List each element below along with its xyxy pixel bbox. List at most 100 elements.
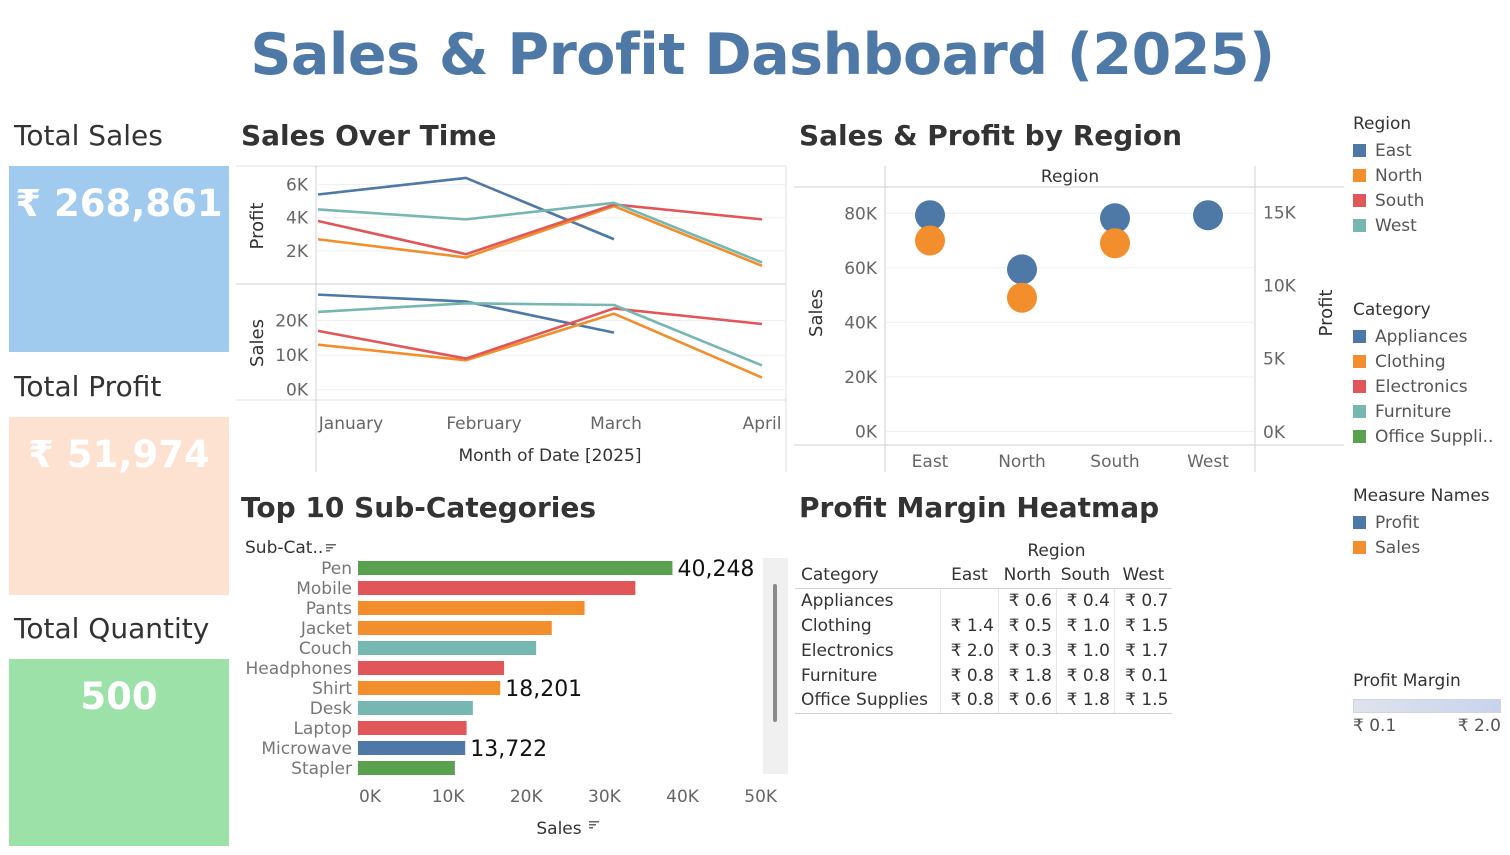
bar-laptop — [358, 721, 467, 735]
legend-swatch — [1353, 380, 1366, 393]
heatmap-cell[interactable]: ₹ 2.0 — [939, 638, 999, 663]
sort-icon-bar — [326, 547, 333, 549]
legend-label: West — [1375, 215, 1417, 236]
bar-category-label: Microwave — [261, 739, 352, 759]
line-ytick-label: 2K — [286, 242, 309, 262]
bar-xtick-label: 30K — [588, 787, 622, 807]
legend-item[interactable]: West — [1353, 213, 1424, 238]
region-legend-items: East North South West — [1353, 138, 1424, 238]
sales-over-time-chart[interactable]: 2K 4K 6K Profit 0K 10K 20K Sales January February… — [236, 160, 792, 478]
scatter-point-sales — [1007, 282, 1037, 313]
heatmap-row: Furniture ₹ 0.8 ₹ 1.8 ₹ 0.8 ₹ 0.1 — [795, 663, 1173, 688]
heatmap-cell[interactable]: ₹ 1.4 — [939, 613, 999, 638]
heatmap-cell[interactable] — [939, 588, 999, 613]
bar-category-label: Laptop — [293, 719, 352, 739]
heatmap-cell[interactable]: ₹ 1.5 — [1113, 688, 1173, 714]
heatmap-cell[interactable]: ₹ 1.5 — [1113, 613, 1173, 638]
heatmap-header-row: Category East North South West — [795, 563, 1173, 589]
total-sales-card[interactable]: ₹ 268,861 — [9, 166, 229, 352]
sales-profit-region-chart[interactable]: Region 0K 20K 40K 60K 80K 0K 5K 10K 15K Sales Profi… — [794, 160, 1344, 478]
measure-legend: Measure Names Profit Sales — [1353, 486, 1490, 560]
legend-item[interactable]: Clothing — [1353, 349, 1493, 374]
bar-xtick-label: 0K — [359, 787, 382, 807]
scatter-y2tick-label: 5K — [1263, 350, 1286, 370]
heatmap-cell[interactable]: ₹ 0.5 — [997, 613, 1057, 638]
legend-label: Clothing — [1375, 351, 1446, 372]
heatmap-column-header: West — [1114, 563, 1173, 589]
bar-pants — [358, 601, 585, 615]
heatmap-cell[interactable]: ₹ 0.4 — [1055, 588, 1115, 613]
sales-over-time-title: Sales Over Time — [241, 119, 497, 152]
bar-data-label: 40,248 — [677, 557, 754, 582]
line-xtick-label: March — [590, 414, 642, 434]
legend-swatch — [1353, 219, 1366, 232]
scatter-point-profit — [1007, 254, 1037, 285]
total-sales-value: ₹ 268,861 — [15, 182, 223, 225]
scatter-y2tick-label: 15K — [1263, 203, 1297, 223]
sort-icon-bar — [326, 550, 330, 552]
heatmap-cell[interactable]: ₹ 0.8 — [939, 663, 999, 688]
bar-xtick-label: 10K — [432, 787, 466, 807]
profit-margin-max-label: ₹ 2.0 — [1457, 716, 1501, 736]
legend-label: Office Suppli.. — [1375, 426, 1494, 447]
heatmap-cell[interactable]: ₹ 0.8 — [1055, 663, 1115, 688]
legend-label: Appliances — [1375, 326, 1468, 347]
legend-swatch — [1353, 430, 1366, 443]
bar-category-label: Shirt — [312, 679, 352, 699]
bar-category-label: Pants — [306, 599, 352, 619]
category-legend: Category Appliances Clothing Electronics Fu… — [1353, 300, 1493, 449]
profit-margin-legend-title: Profit Margin — [1353, 671, 1461, 691]
legend-item[interactable]: Office Suppli.. — [1353, 424, 1493, 449]
legend-swatch — [1353, 194, 1366, 207]
legend-item[interactable]: Furniture — [1353, 399, 1493, 424]
heatmap-cell[interactable]: ₹ 1.7 — [1113, 638, 1173, 663]
legend-item[interactable]: Appliances — [1353, 324, 1493, 349]
line-ytick-label: 6K — [286, 176, 309, 196]
heatmap-cell[interactable]: ₹ 0.6 — [997, 688, 1057, 714]
total-quantity-card[interactable]: 500 — [9, 659, 229, 846]
heatmap-cell[interactable]: ₹ 0.3 — [997, 638, 1057, 663]
heatmap-cell[interactable]: ₹ 0.8 — [939, 688, 999, 714]
heatmap-cell[interactable]: ₹ 1.0 — [1055, 613, 1115, 638]
legend-label: South — [1375, 190, 1425, 211]
legend-label: Sales — [1375, 537, 1421, 558]
legend-item[interactable]: North — [1353, 163, 1424, 188]
legend-item[interactable]: Profit — [1353, 510, 1490, 535]
legend-label: East — [1375, 140, 1412, 161]
scatter-ytick-label: 80K — [844, 204, 878, 224]
heatmap-row-header: Category — [795, 563, 941, 589]
heatmap-row-label: Appliances — [801, 590, 894, 611]
bar-microwave — [358, 741, 466, 755]
scatter-ytick-label: 0K — [855, 422, 878, 442]
bar-category-label: Jacket — [300, 619, 352, 639]
top-subcategories-chart[interactable]: Sub-Cat..PenMobilePantsJacketCouchHeadph… — [236, 530, 792, 850]
heatmap-cell[interactable]: ₹ 1.8 — [1055, 688, 1115, 714]
bar-xtick-label: 40K — [666, 787, 700, 807]
bar-jacket — [358, 621, 552, 635]
line-series-north — [317, 312, 763, 379]
heatmap-row-label: Electronics — [801, 640, 894, 661]
legend-item[interactable]: South — [1353, 188, 1424, 213]
legend-item[interactable]: Electronics — [1353, 374, 1493, 399]
line-ytick-label: 20K — [275, 312, 309, 332]
scatter-point-sales — [1100, 228, 1130, 259]
scatter-ytick-label: 60K — [844, 259, 878, 279]
heatmap-cell[interactable]: ₹ 0.6 — [997, 588, 1057, 613]
sort-icon-bar — [589, 824, 596, 826]
scatter-point-profit — [1193, 200, 1223, 231]
legend-swatch — [1353, 355, 1366, 368]
heatmap-cell[interactable]: ₹ 1.8 — [997, 663, 1057, 688]
category-legend-title: Category — [1353, 300, 1431, 320]
bar-category-label: Pen — [321, 559, 352, 579]
heatmap-cell[interactable]: ₹ 0.1 — [1113, 663, 1173, 688]
total-profit-card[interactable]: ₹ 51,974 — [9, 417, 229, 595]
legend-item[interactable]: East — [1353, 138, 1424, 163]
heatmap-row-label: Furniture — [801, 665, 878, 686]
heatmap-cell[interactable]: ₹ 0.7 — [1113, 588, 1173, 613]
heatmap-cell[interactable]: ₹ 1.0 — [1055, 638, 1115, 663]
sort-icon-bar — [589, 821, 599, 823]
sort-icon — [326, 544, 336, 552]
category-legend-items: Appliances Clothing Electronics Furniture Of… — [1353, 324, 1493, 449]
line-ytick-label: 0K — [286, 381, 309, 401]
legend-item[interactable]: Sales — [1353, 535, 1490, 560]
